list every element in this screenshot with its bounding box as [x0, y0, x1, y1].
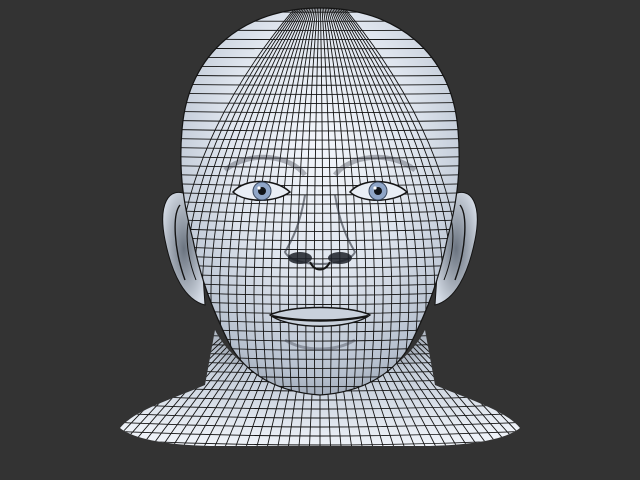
head-render	[120, 7, 520, 446]
viewport	[0, 0, 640, 480]
head-mesh	[180, 7, 460, 396]
